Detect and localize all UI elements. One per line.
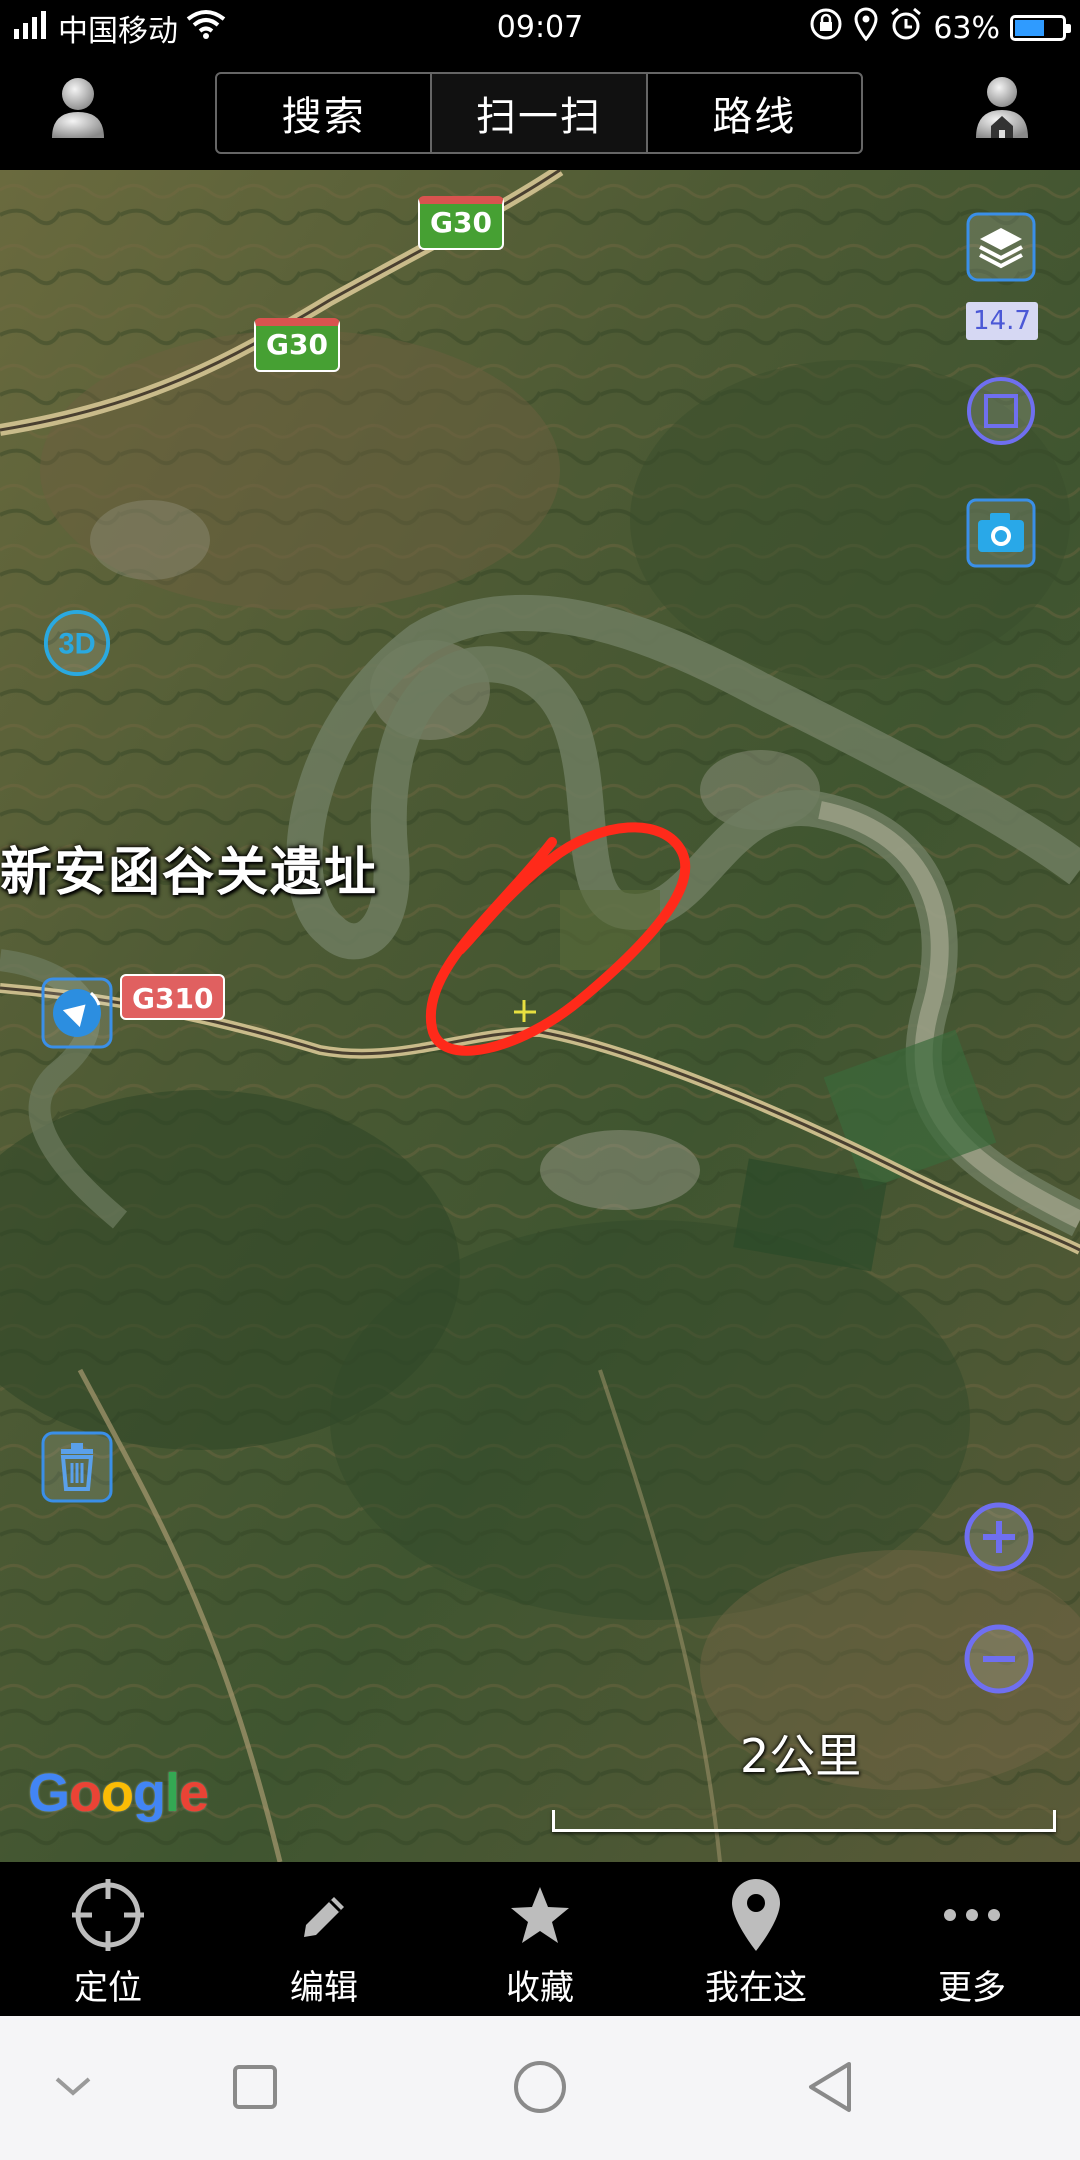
- battery-icon: [1010, 15, 1071, 41]
- star-icon: [500, 1876, 580, 1954]
- tab-search[interactable]: 搜索: [217, 74, 433, 152]
- more-dots-icon: [932, 1876, 1012, 1954]
- road-label-g310: G310: [120, 974, 226, 1020]
- circle-home-icon: [512, 2059, 568, 2119]
- scale-label: 2公里: [740, 1729, 862, 1783]
- clear-button[interactable]: [41, 1431, 113, 1507]
- toolbar-i-am-here[interactable]: 我在这: [648, 1862, 864, 2016]
- layers-icon: [966, 212, 1036, 286]
- triangle-back-icon: [805, 2060, 855, 2118]
- nav-hide-button[interactable]: [38, 2054, 108, 2124]
- zoom-level-indicator: 14.7: [966, 302, 1038, 340]
- toolbar-more[interactable]: 更多: [864, 1862, 1080, 2016]
- bottom-toolbar: 定位 编辑 收藏 我在这 更多: [0, 1862, 1080, 2016]
- nav-recents-button[interactable]: [220, 2054, 290, 2124]
- tab-scan[interactable]: 扫一扫: [432, 74, 648, 152]
- nav-back-button[interactable]: [795, 2054, 865, 2124]
- home-button[interactable]: [962, 69, 1042, 149]
- square-select-icon: [966, 376, 1036, 450]
- pencil-icon: [284, 1876, 364, 1954]
- crosshair-icon: [68, 1876, 148, 1954]
- status-icons: 63%: [809, 7, 1071, 49]
- trash-icon: [41, 1431, 113, 1507]
- 3d-toggle-button[interactable]: 3D: [42, 608, 112, 678]
- location-pin-icon: [716, 1876, 796, 1954]
- user-profile-button[interactable]: [38, 69, 118, 149]
- camera-button[interactable]: [966, 498, 1036, 572]
- toolbar-favorites-label: 收藏: [506, 1968, 574, 2008]
- location-status-icon: [853, 7, 879, 49]
- toolbar-more-label: 更多: [938, 1968, 1006, 2008]
- zoom-in-icon: [963, 1501, 1035, 1577]
- zoom-out-button[interactable]: [963, 1623, 1035, 1699]
- layers-button[interactable]: [966, 212, 1036, 286]
- camera-icon: [966, 498, 1036, 572]
- toolbar-edit[interactable]: 编辑: [216, 1862, 432, 2016]
- place-label: 新安函谷关遗址: [0, 843, 379, 903]
- system-navigation-bar: [0, 2016, 1080, 2160]
- google-logo: Google: [28, 1763, 209, 1823]
- status-bar: 中国移动 09:07 63%: [0, 0, 1080, 55]
- square-select-button[interactable]: [966, 376, 1036, 450]
- user-avatar-icon: [50, 74, 106, 144]
- chevron-down-icon: [53, 2075, 93, 2103]
- alarm-icon: [889, 7, 923, 49]
- zoom-in-button[interactable]: [963, 1501, 1035, 1577]
- toolbar-edit-label: 编辑: [290, 1968, 358, 2008]
- header-tab-group: 搜索 扫一扫 路线: [215, 72, 863, 154]
- toolbar-i-am-here-label: 我在这: [705, 1968, 807, 2008]
- home-user-icon: [974, 72, 1030, 146]
- rotation-lock-icon: [809, 7, 843, 49]
- road-label-g30-secondary: G30: [254, 318, 340, 372]
- zoom-out-icon: [963, 1623, 1035, 1699]
- nav-home-button[interactable]: [505, 2054, 575, 2124]
- tab-route[interactable]: 路线: [648, 74, 861, 152]
- 3d-toggle-icon: 3D: [43, 609, 111, 677]
- scale-bar: [552, 1810, 1056, 1832]
- battery-percent: 63%: [933, 10, 1000, 46]
- satellite-map[interactable]: G30 G30 G310 新安函谷关遗址 14.7 3D Google 2公里: [0, 170, 1080, 1862]
- square-icon: [231, 2063, 279, 2115]
- compass-button[interactable]: [41, 977, 113, 1053]
- toolbar-favorites[interactable]: 收藏: [432, 1862, 648, 2016]
- compass-icon: [41, 977, 113, 1053]
- toolbar-locate[interactable]: 定位: [0, 1862, 216, 2016]
- top-app-bar: 搜索 扫一扫 路线: [0, 55, 1080, 170]
- road-label-g30: G30: [418, 196, 504, 250]
- 3d-label: 3D: [58, 629, 95, 661]
- toolbar-locate-label: 定位: [74, 1968, 142, 2008]
